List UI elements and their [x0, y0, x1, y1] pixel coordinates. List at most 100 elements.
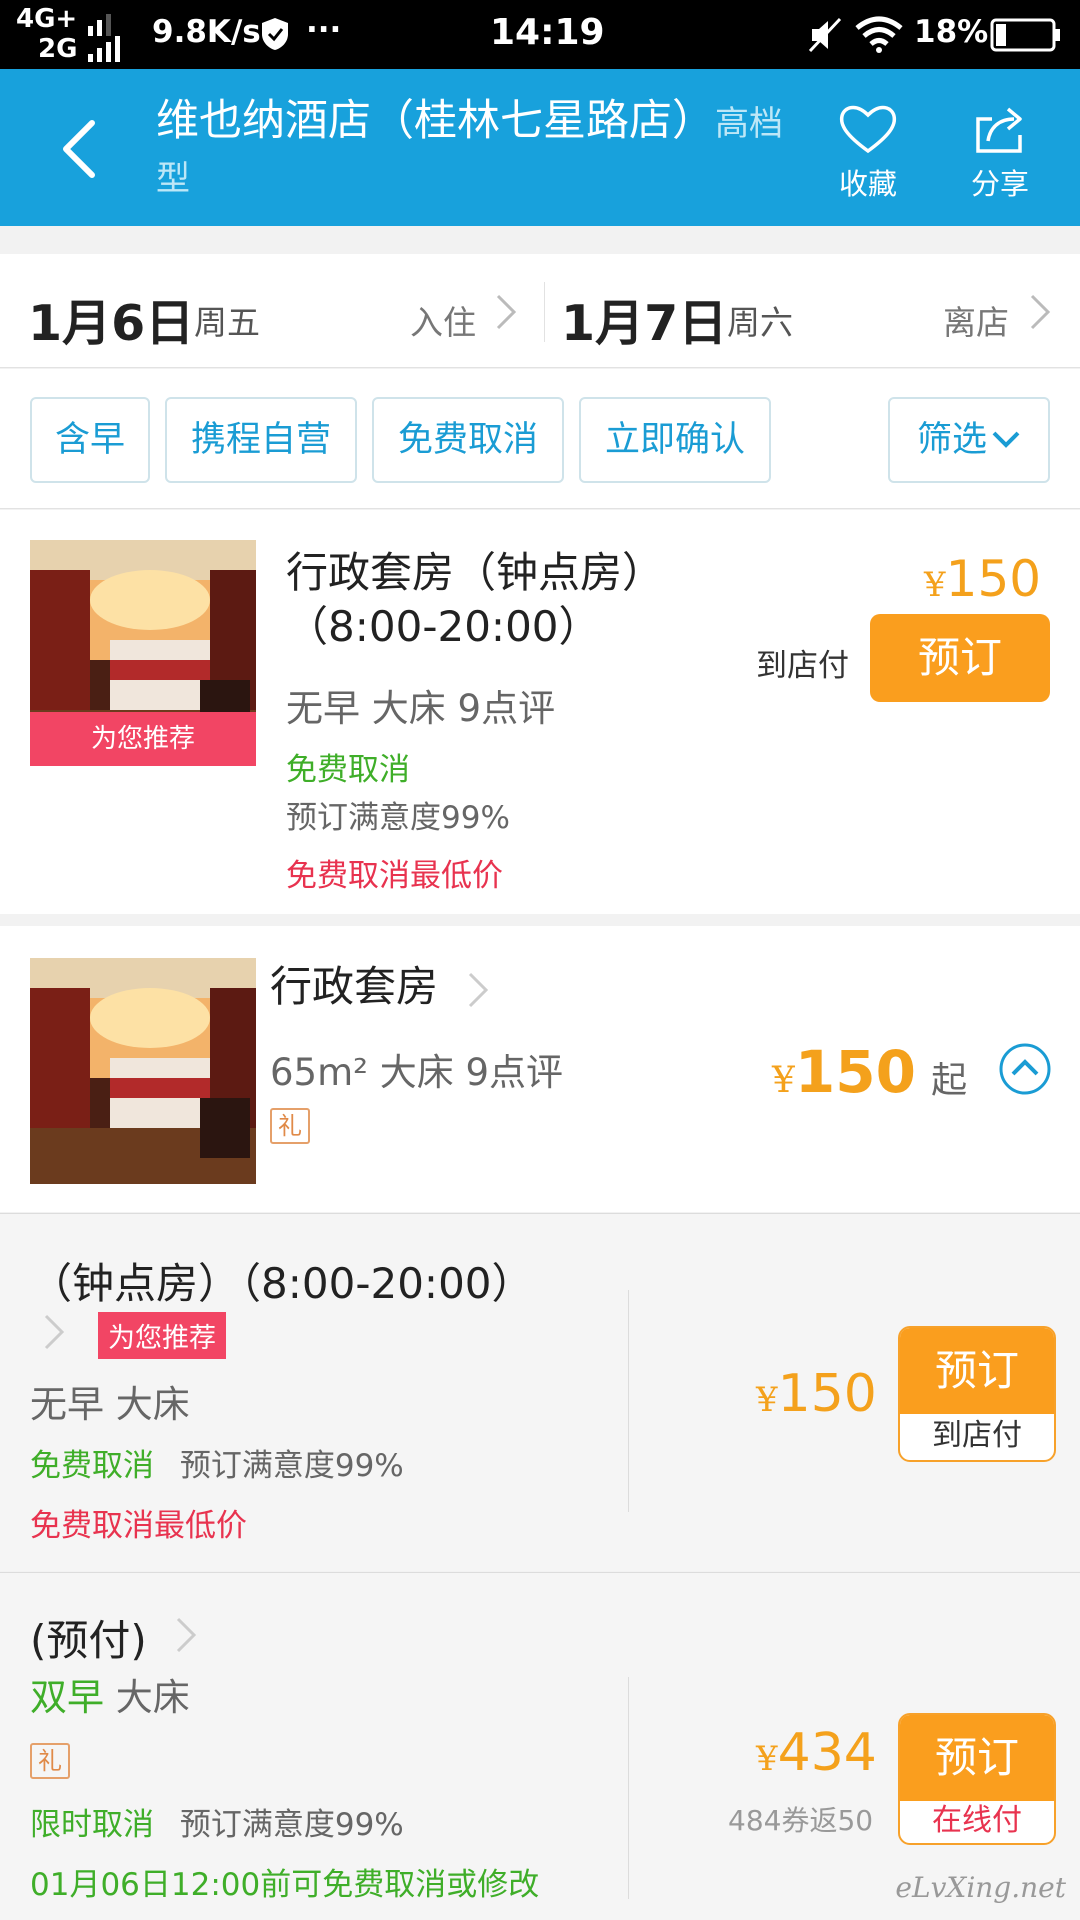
coupon-label: 484券返50 [728, 1804, 874, 1837]
rate-cancel-line: 免费取消 预订满意度99% [30, 1440, 404, 1485]
wifi-icon [855, 16, 903, 53]
satisfaction-label: 预订满意度99% [179, 1448, 404, 1484]
free-cancel-label: 免费取消 [286, 752, 410, 788]
rate-meta: 无早 大床 [30, 1383, 190, 1426]
chevron-right-icon [496, 294, 517, 330]
network-speed: 9.8K/s [152, 14, 261, 50]
book-label: 预订 [900, 1715, 1054, 1801]
battery-percent: 18% [914, 14, 989, 50]
checkin-label: 入住 [410, 303, 476, 342]
share-button[interactable]: 分享 [950, 103, 1050, 203]
room-type-name: 行政套房 [270, 962, 439, 1011]
collapse-icon[interactable] [998, 1042, 1052, 1096]
rate-name: （钟点房）（8:00-20:00） [30, 1259, 534, 1308]
clock: 14:19 [490, 12, 605, 53]
featured-room-name-line2: （8:00-20:00） [286, 602, 601, 651]
heart-icon [839, 105, 897, 154]
network-4g-label: 4G+ [16, 4, 78, 34]
date-selector: 1月6日 周五 入住 1月7日 周六 离店 [0, 254, 1080, 368]
recommend-tag: 为您推荐 [98, 1312, 226, 1359]
price-value: 434 [777, 1723, 877, 1783]
rate-meta: 双早 大床 [30, 1667, 190, 1721]
rate-cancel-line: 限时取消 预订满意度99% [30, 1799, 404, 1844]
room-type-meta: 65m² 大床 9点评 [270, 1042, 563, 1096]
featured-room-name-line1: 行政套房（钟点房） [286, 548, 665, 597]
mute-icon [808, 17, 842, 53]
room-type-card[interactable]: 行政套房 65m² 大床 9点评 礼 ¥150 起 [0, 926, 1080, 1212]
rate-price: ¥434 [756, 1723, 877, 1783]
hotel-title: 维也纳酒店（桂林七星路店）高档型 [156, 95, 796, 205]
network-2g-label: 2G [38, 34, 78, 64]
checkout-selector[interactable]: 1月7日 周六 离店 [545, 254, 1080, 368]
promo-label: 免费取消最低价 [286, 858, 503, 894]
rate-row-hourly[interactable]: （钟点房）（8:00-20:00） 为您推荐 无早 大床 免费取消 预订满意度9… [0, 1213, 1080, 1571]
checkin-weekday: 周五 [194, 303, 260, 342]
filter-chip-ctrip-operated[interactable]: 携程自营 [165, 397, 357, 483]
share-label: 分享 [970, 167, 1029, 201]
rate-name: (预付) [30, 1616, 147, 1665]
currency-symbol: ¥ [756, 1380, 778, 1420]
checkin-selector[interactable]: 1月6日 周五 入住 [0, 254, 544, 368]
satisfaction-label: 预订满意度99% [179, 1807, 404, 1843]
pay-type: 在线付 [932, 1803, 1022, 1838]
book-button[interactable]: 预订 在线付 [898, 1713, 1056, 1845]
price-value: 150 [794, 1038, 916, 1106]
checkin-date: 1月6日 [28, 295, 195, 352]
promo-label: 免费取消最低价 [30, 1508, 247, 1544]
room-photo [30, 958, 256, 1184]
filter-chip-instant-confirm[interactable]: 立即确认 [579, 397, 771, 483]
room-bed-rating: 大床 9点评 [379, 1051, 564, 1094]
watermark: eLvXing.net [895, 1871, 1066, 1904]
currency-symbol: ¥ [756, 1739, 778, 1779]
back-icon[interactable] [58, 119, 98, 179]
filter-chip-breakfast[interactable]: 含早 [30, 397, 150, 483]
checkout-weekday: 周六 [727, 303, 793, 342]
featured-room-meta: 无早 大床 9点评 [286, 687, 556, 730]
satisfaction-label: 预订满意度99% [286, 800, 510, 836]
filter-button[interactable]: 筛选 [888, 397, 1050, 483]
signal-icon [88, 14, 120, 62]
currency-symbol: ¥ [772, 1060, 795, 1101]
recommend-ribbon: 为您推荐 [30, 712, 256, 766]
price-value: 150 [945, 550, 1042, 608]
hotel-header: 维也纳酒店（桂林七星路店）高档型 收藏 分享 [0, 69, 1080, 226]
pay-type: 到店付 [756, 648, 849, 684]
rate-divider [628, 1677, 629, 1899]
room-area: 65m² [270, 1051, 368, 1094]
featured-price: ¥150 [924, 550, 1041, 608]
cancel-deadline: 01月06日12:00前可免费取消或修改 [30, 1867, 540, 1903]
gift-badge: 礼 [270, 1108, 310, 1144]
pay-type: 到店付 [932, 1418, 1022, 1453]
limited-cancel-label: 限时取消 [30, 1807, 154, 1843]
hotel-name: 维也纳酒店（桂林七星路店） [156, 96, 715, 146]
shield-icon [262, 18, 288, 50]
book-button[interactable]: 预订 [870, 614, 1050, 702]
rate-row-prepaid[interactable]: (预付) 双早 大床 礼 限时取消 预订满意度99% 01月06日12:00前可… [0, 1572, 1080, 1920]
share-icon [976, 107, 1022, 153]
featured-room-card[interactable]: 为您推荐 行政套房（钟点房） （8:00-20:00） 无早 大床 9点评 免费… [0, 510, 1080, 914]
status-bar: 4G+ 2G 9.8K/s ··· 14:19 18% [0, 0, 1080, 69]
room-type-price: ¥150 起 [772, 1038, 967, 1106]
breakfast-label: 双早 [30, 1676, 104, 1719]
price-value: 150 [777, 1364, 877, 1424]
book-button[interactable]: 预订 到店付 [898, 1326, 1056, 1462]
bed-label: 大床 [115, 1676, 190, 1719]
currency-symbol: ¥ [924, 565, 946, 605]
rate-price: ¥150 [756, 1364, 877, 1424]
chevron-right-icon [44, 1314, 65, 1350]
gift-badge: 礼 [30, 1743, 70, 1779]
battery-icon [990, 18, 1060, 52]
book-label: 预订 [900, 1328, 1054, 1414]
chevron-right-icon [176, 1617, 197, 1653]
checkout-label: 离店 [943, 303, 1009, 342]
favorite-button[interactable]: 收藏 [818, 103, 918, 203]
checkout-date: 1月7日 [561, 295, 728, 352]
filter-chip-free-cancel[interactable]: 免费取消 [372, 397, 564, 483]
filter-label: 筛选 [916, 420, 987, 460]
free-cancel-label: 免费取消 [30, 1448, 154, 1484]
filter-bar: 含早 携程自营 免费取消 立即确认 筛选 [0, 369, 1080, 509]
more-indicator: ··· [306, 12, 342, 48]
chevron-down-icon [992, 431, 1020, 448]
chevron-right-icon [1030, 294, 1051, 330]
hotel-room-image [30, 958, 256, 1184]
